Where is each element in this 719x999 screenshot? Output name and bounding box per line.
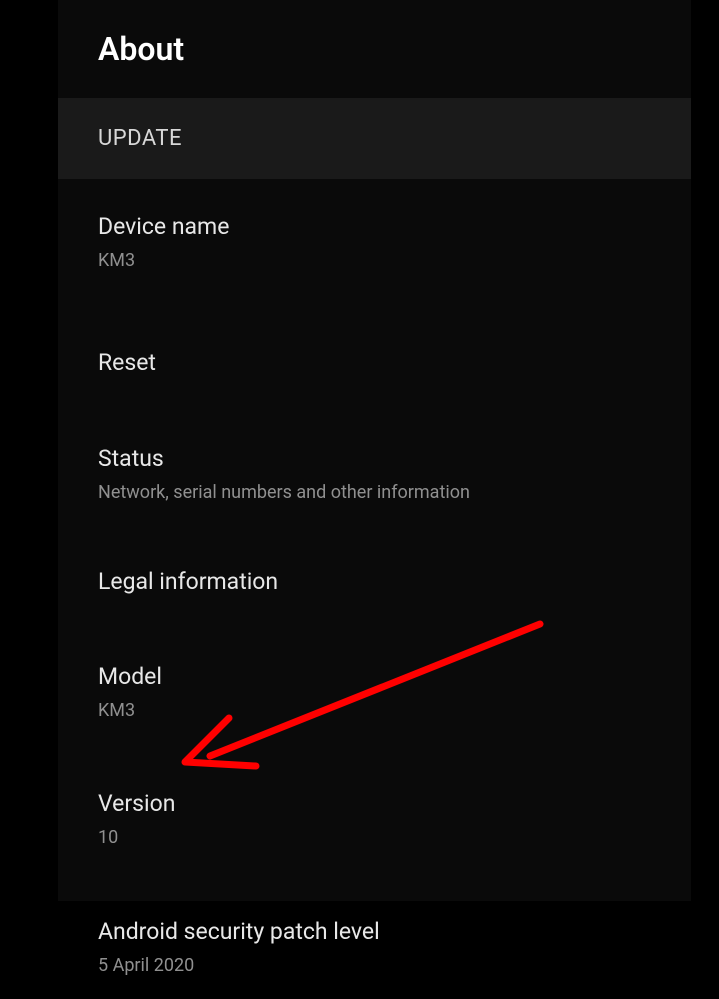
device-name-title: Device name [98,211,691,243]
status-title: Status [98,443,691,475]
page-header: About [58,0,691,98]
legal-title: Legal information [98,566,691,598]
status-subtitle: Network, serial numbers and other inform… [98,481,691,504]
security-patch-title: Android security patch level [98,916,691,948]
page-title: About [98,30,691,68]
model-title: Model [98,661,691,693]
model-value: KM3 [98,699,691,722]
list-item-security-patch[interactable]: Android security patch level 5 April 202… [58,894,691,999]
list-item-legal[interactable]: Legal information [58,544,691,620]
reset-title: Reset [98,347,691,379]
list-item-model[interactable]: Model KM3 [58,639,691,745]
security-patch-value: 5 April 2020 [98,954,691,977]
list-item-reset[interactable]: Reset [58,325,691,401]
device-name-value: KM3 [98,249,691,272]
version-value: 10 [98,826,691,849]
list-item-version[interactable]: Version 10 [58,766,691,872]
list-item-status[interactable]: Status Network, serial numbers and other… [58,421,691,527]
about-settings-panel: About UPDATE Device name KM3 Reset Statu… [58,0,691,901]
section-header-label: UPDATE [98,126,182,151]
list-item-device-name[interactable]: Device name KM3 [58,189,691,295]
version-title: Version [98,788,691,820]
section-header-update[interactable]: UPDATE [58,98,691,179]
